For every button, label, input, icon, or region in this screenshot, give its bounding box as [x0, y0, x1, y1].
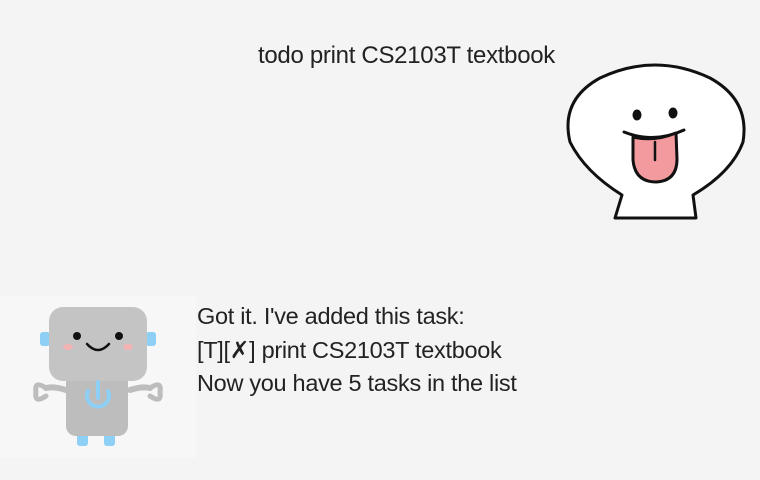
chat-window: todo print CS2103T textbook Got it. I've…: [0, 0, 760, 480]
smiling-face-tongue-out-icon: [566, 63, 746, 220]
bot-avatar: [0, 296, 196, 458]
bot-message-line: Now you have 5 tasks in the list: [197, 370, 517, 396]
bot-message-row: Got it. I've added this task: [T][✗] pri…: [0, 296, 760, 460]
bot-message-line: Got it. I've added this task:: [197, 303, 465, 329]
user-message-row: todo print CS2103T textbook: [0, 0, 760, 240]
robot-icon: [33, 307, 163, 446]
user-message-text: todo print CS2103T textbook: [258, 42, 555, 69]
bot-message-line: [T][✗] print CS2103T textbook: [197, 336, 502, 363]
bot-message-text: Got it. I've added this task: [T][✗] pri…: [197, 300, 517, 401]
